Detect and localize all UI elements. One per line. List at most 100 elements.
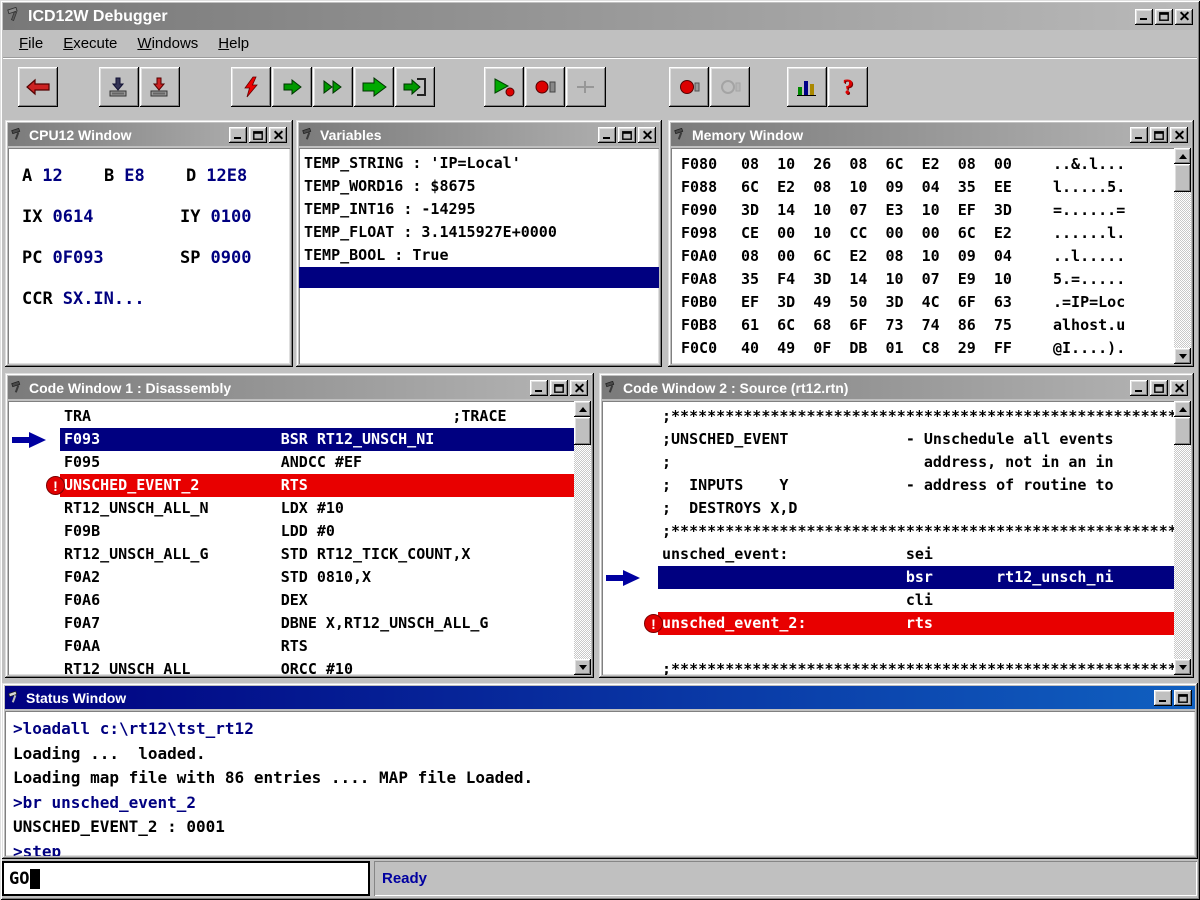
code-line[interactable]: !UNSCHED_EVENT_2 RTS	[8, 474, 574, 497]
menu-file[interactable]: File	[9, 32, 53, 55]
code-line[interactable]: ;***************************************…	[602, 520, 1174, 543]
help-button[interactable]: ?	[828, 67, 868, 107]
maximize-button[interactable]	[1150, 380, 1168, 396]
code-line[interactable]: cli	[602, 589, 1174, 612]
load-program-button[interactable]	[99, 67, 139, 107]
breakpoint-icon[interactable]: !	[602, 612, 658, 635]
vertical-scrollbar[interactable]	[1174, 401, 1191, 675]
code-line[interactable]: ; address, not in an in	[602, 451, 1174, 474]
minimize-button[interactable]	[530, 380, 548, 396]
scrollbar-thumb[interactable]	[1174, 417, 1191, 445]
toggle-breakpoint-button[interactable]	[669, 67, 709, 107]
scroll-up-button[interactable]	[1174, 401, 1191, 417]
variable-item[interactable]: TEMP_INT16 : -14295	[299, 198, 659, 221]
code-line[interactable]: bsr rt12_unsch_ni	[602, 566, 1174, 589]
code-line[interactable]: F0A2 STD 0810,X	[8, 566, 574, 589]
menu-execute[interactable]: Execute	[53, 32, 127, 55]
memory-row[interactable]: F0B0EF 3D 49 50 3D 4C 6F 63.=IP=Loc	[671, 291, 1174, 314]
code-line[interactable]	[602, 635, 1174, 658]
reload-program-button[interactable]	[140, 67, 180, 107]
memory-row[interactable]: F098CE 00 10 CC 00 00 6C E2......l.	[671, 222, 1174, 245]
minimize-button[interactable]	[598, 127, 616, 143]
code-line[interactable]: ; INPUTS Y - address of routine to	[602, 474, 1174, 497]
stop-log-button[interactable]	[525, 67, 565, 107]
scrollbar-track[interactable]	[1174, 164, 1191, 348]
minimize-button[interactable]	[1154, 690, 1172, 706]
code-line[interactable]: RT12_UNSCH_ALL ORCC #10	[8, 658, 574, 675]
maximize-button[interactable]	[1174, 690, 1192, 706]
step-over-button[interactable]	[313, 67, 353, 107]
code-line[interactable]: F09B LDD #0	[8, 520, 574, 543]
code-line[interactable]: ;***************************************…	[602, 405, 1174, 428]
variable-item[interactable]: TEMP_WORD16 : $8675	[299, 175, 659, 198]
back-button[interactable]	[18, 67, 58, 107]
scroll-down-button[interactable]	[574, 659, 591, 675]
scroll-up-button[interactable]	[574, 401, 591, 417]
scrollbar-thumb[interactable]	[1174, 164, 1191, 192]
menu-help[interactable]: Help	[208, 32, 259, 55]
close-button[interactable]	[1175, 9, 1193, 25]
memory-row[interactable]: F0A008 00 6C E2 08 10 09 04..l.....	[671, 245, 1174, 268]
memory-row[interactable]: F0C040 49 0F DB 01 C8 29 FF@I....).	[671, 337, 1174, 360]
scroll-up-button[interactable]	[1174, 148, 1191, 164]
memory-titlebar[interactable]: Memory Window	[671, 123, 1191, 146]
command-input[interactable]: GO	[2, 861, 370, 896]
code-line[interactable]: ;***************************************…	[602, 658, 1174, 675]
minimize-button[interactable]	[1130, 127, 1148, 143]
code-line[interactable]: F093 BSR RT12_UNSCH_NI	[8, 428, 574, 451]
cpu12-titlebar[interactable]: CPU12 Window	[8, 123, 290, 146]
current-line-arrow-icon[interactable]	[8, 428, 60, 451]
close-button[interactable]	[1170, 380, 1188, 396]
close-button[interactable]	[269, 127, 287, 143]
code-line[interactable]: F0A6 DEX	[8, 589, 574, 612]
memory-row[interactable]: F0903D 14 10 07 E3 10 EF 3D=......=	[671, 199, 1174, 222]
code-line[interactable]: F0AA RTS	[8, 635, 574, 658]
run-to-cursor-button[interactable]	[395, 67, 435, 107]
current-line-arrow-icon[interactable]	[602, 566, 658, 589]
selected-row[interactable]	[299, 267, 659, 288]
scrollbar-track[interactable]	[574, 417, 591, 659]
variable-item[interactable]: TEMP_STRING : 'IP=Local'	[299, 152, 659, 175]
code1-titlebar[interactable]: Code Window 1 : Disassembly	[8, 376, 591, 399]
variable-item[interactable]: TEMP_BOOL : True	[299, 244, 659, 267]
scroll-down-button[interactable]	[1174, 348, 1191, 364]
memory-row[interactable]: F0A835 F4 3D 14 10 07 E9 105.=.....	[671, 268, 1174, 291]
code-line[interactable]: TRA ;TRACE	[8, 405, 574, 428]
code-line[interactable]: F0A7 DBNE X,RT12_UNSCH_ALL_G	[8, 612, 574, 635]
minimize-button[interactable]	[229, 127, 247, 143]
scrollbar-track[interactable]	[1174, 417, 1191, 659]
maximize-button[interactable]	[618, 127, 636, 143]
variables-titlebar[interactable]: Variables	[299, 123, 659, 146]
maximize-button[interactable]	[249, 127, 267, 143]
code-line[interactable]: RT12_UNSCH_ALL_N LDX #10	[8, 497, 574, 520]
minimize-button[interactable]	[1135, 9, 1153, 25]
scrollbar-thumb[interactable]	[574, 417, 591, 445]
memory-row[interactable]: F08008 10 26 08 6C E2 08 00..&.l...	[671, 153, 1174, 176]
status-titlebar[interactable]: Status Window	[5, 686, 1195, 709]
vertical-scrollbar[interactable]	[574, 401, 591, 675]
step-into-button[interactable]	[272, 67, 312, 107]
statistics-button[interactable]	[787, 67, 827, 107]
scroll-down-button[interactable]	[1174, 659, 1191, 675]
code-line[interactable]: RT12_UNSCH_ALL_G STD RT12_TICK_COUNT,X	[8, 543, 574, 566]
memory-row[interactable]: F0886C E2 08 10 09 04 35 EEl.....5.	[671, 176, 1174, 199]
close-button[interactable]	[1170, 127, 1188, 143]
run-button[interactable]	[354, 67, 394, 107]
code2-titlebar[interactable]: Code Window 2 : Source (rt12.rtn)	[602, 376, 1191, 399]
reset-button[interactable]	[231, 67, 271, 107]
menu-windows[interactable]: Windows	[127, 32, 208, 55]
memory-row[interactable]: F0B861 6C 68 6F 73 74 86 75alhost.u	[671, 314, 1174, 337]
code-line[interactable]: ; DESTROYS X,D	[602, 497, 1174, 520]
code-line[interactable]: unsched_event: sei	[602, 543, 1174, 566]
minimize-button[interactable]	[1130, 380, 1148, 396]
maximize-button[interactable]	[550, 380, 568, 396]
code-line[interactable]: ;UNSCHED_EVENT - Unschedule all events	[602, 428, 1174, 451]
breakpoint-icon[interactable]: !	[8, 474, 60, 497]
run-log-button[interactable]	[484, 67, 524, 107]
code-line[interactable]: !unsched_event_2: rts	[602, 612, 1174, 635]
vertical-scrollbar[interactable]	[1174, 148, 1191, 364]
close-button[interactable]	[570, 380, 588, 396]
maximize-button[interactable]	[1155, 9, 1173, 25]
variable-item[interactable]: TEMP_FLOAT : 3.1415927E+0000	[299, 221, 659, 244]
close-button[interactable]	[638, 127, 656, 143]
